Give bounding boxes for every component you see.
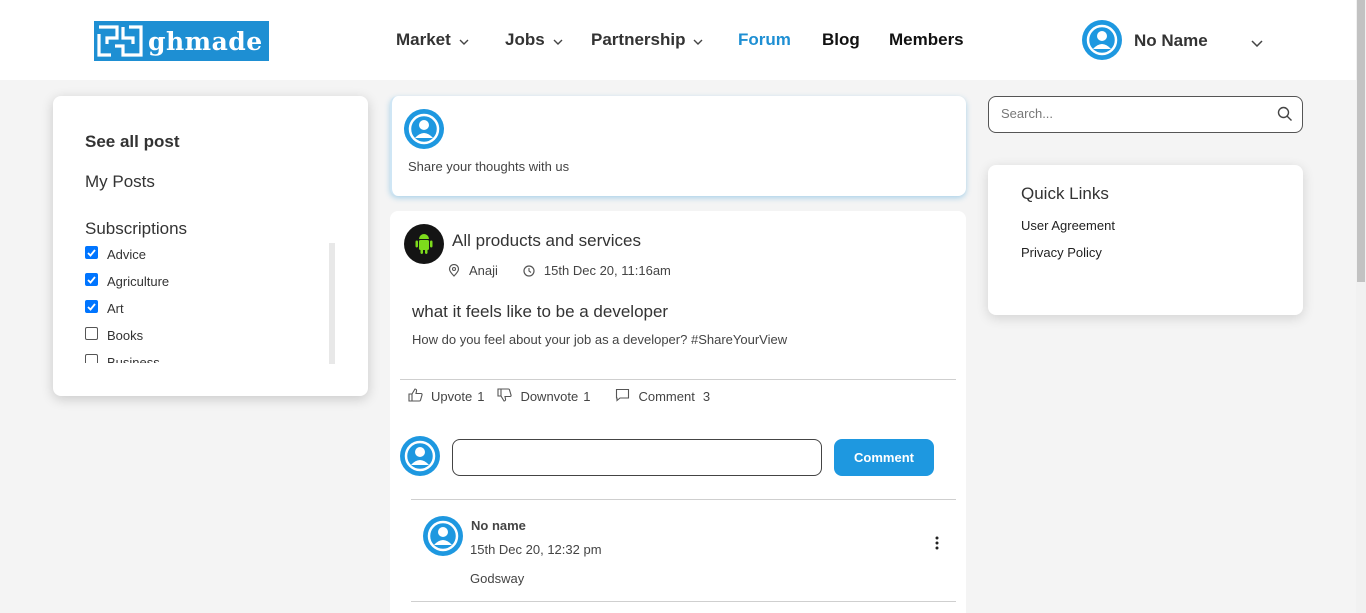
comment-author: No name [471,518,526,533]
user-avatar-icon [400,436,440,481]
page-scrollbar-thumb[interactable] [1357,0,1365,282]
divider [411,499,956,500]
divider [411,601,956,602]
checkbox-unchecked-icon[interactable] [85,327,98,340]
comment-bubble-icon [615,388,630,405]
nav-market-label: Market [396,30,451,49]
chevron-down-icon [553,30,563,50]
nav-blog[interactable]: Blog [822,0,860,80]
location-pin-icon [448,264,460,277]
nav-partnership-label: Partnership [591,30,686,49]
chevron-down-icon [459,30,469,50]
checkbox-unchecked-icon[interactable] [85,354,98,363]
downvote-label: Downvote [520,389,579,404]
more-options-icon[interactable] [933,536,941,550]
clock-icon [523,264,535,277]
upvote-button[interactable]: Upvote 1 [408,388,484,405]
checkbox-checked-icon[interactable] [85,300,98,313]
post-meta: Anaji 15th Dec 20, 11:16am [448,263,671,278]
top-navigation-bar: ghmade Market Jobs Partnership Forum Blo… [0,0,1356,80]
comment-count-button[interactable]: Comment 3 [615,388,710,405]
nav-partnership[interactable]: Partnership [591,0,703,80]
user-agreement-link[interactable]: User Agreement [1021,218,1115,233]
thumbs-up-icon [408,388,423,405]
subscriptions-scrollbar[interactable] [329,243,335,364]
nav-forum[interactable]: Forum [738,0,791,80]
nav-forum-label: Forum [738,30,791,49]
ghmade-logo[interactable]: ghmade [94,21,269,61]
subscription-item[interactable]: Agriculture [85,268,325,295]
user-avatar-icon[interactable] [1082,20,1122,60]
post-timestamp: 15th Dec 20, 11:16am [543,263,671,278]
nav-members-label: Members [889,30,964,49]
nav-jobs-label: Jobs [505,30,545,49]
user-avatar-icon [404,109,444,154]
subscription-label: Books [107,328,144,343]
post-body: How do you feel about your job as a deve… [412,332,788,347]
downvote-count: 1 [583,389,591,404]
subscription-item[interactable]: Advice [85,241,325,268]
post-category-title[interactable]: All products and services [452,231,641,251]
subscription-label: Art [107,301,124,316]
subscriptions-list[interactable]: Advice Agriculture Art Books Business [85,241,325,363]
comment-input[interactable] [452,439,822,476]
post-composer[interactable]: Share your thoughts with us [390,96,966,196]
thumbs-down-icon [497,388,513,405]
subscription-item[interactable]: Books [85,322,325,349]
nav-jobs[interactable]: Jobs [505,0,563,80]
comment-time: 15th Dec 20, 12:32 pm [470,542,602,557]
checkbox-checked-icon[interactable] [85,273,98,286]
upvote-count: 1 [477,389,485,404]
user-name[interactable]: No Name [1134,31,1208,51]
search-icon[interactable] [1277,106,1293,127]
subscription-item[interactable]: Business [85,349,325,363]
logo-mark-icon [94,21,146,61]
nav-market[interactable]: Market [396,0,469,80]
chevron-down-icon [693,30,703,50]
nav-blog-label: Blog [822,30,860,49]
see-all-post-link[interactable]: See all post [85,132,179,152]
subscription-label: Business [107,355,160,363]
forum-sidebar: See all post My Posts Subscriptions Advi… [53,96,368,396]
quick-links-card: Quick Links User Agreement Privacy Polic… [988,165,1303,315]
share-thoughts-prompt[interactable]: Share your thoughts with us [408,159,569,174]
commenter-avatar-icon [423,516,463,561]
subscription-label: Advice [107,247,147,262]
quick-links-title: Quick Links [1021,184,1109,203]
comment-submit-button[interactable]: Comment [834,439,934,476]
search-input[interactable] [1001,106,1251,121]
comment-label: Comment [638,389,695,404]
downvote-button[interactable]: Downvote 1 [497,388,590,405]
subscription-item[interactable]: Art [85,295,325,322]
post-location: Anaji [469,263,498,278]
privacy-policy-link[interactable]: Privacy Policy [1021,245,1102,260]
category-android-icon [404,224,444,264]
nav-members[interactable]: Members [889,0,964,80]
post-title[interactable]: what it feels like to be a developer [412,302,668,322]
subscriptions-title: Subscriptions [85,219,188,238]
my-posts-link[interactable]: My Posts [85,172,155,192]
logo-text: ghmade [148,26,263,56]
post-actions: Upvote 1 Downvote 1 Comment 3 [408,388,710,405]
search-box[interactable] [988,96,1303,133]
divider [400,379,956,380]
upvote-label: Upvote [431,389,473,404]
subscription-label: Agriculture [107,274,170,289]
user-menu-chevron-icon[interactable] [1251,34,1263,52]
forum-post: All products and services Anaji 15th Dec… [390,211,966,613]
checkbox-checked-icon[interactable] [85,246,98,259]
comment-count: 3 [702,389,711,404]
comment-text: Godsway [470,571,525,586]
